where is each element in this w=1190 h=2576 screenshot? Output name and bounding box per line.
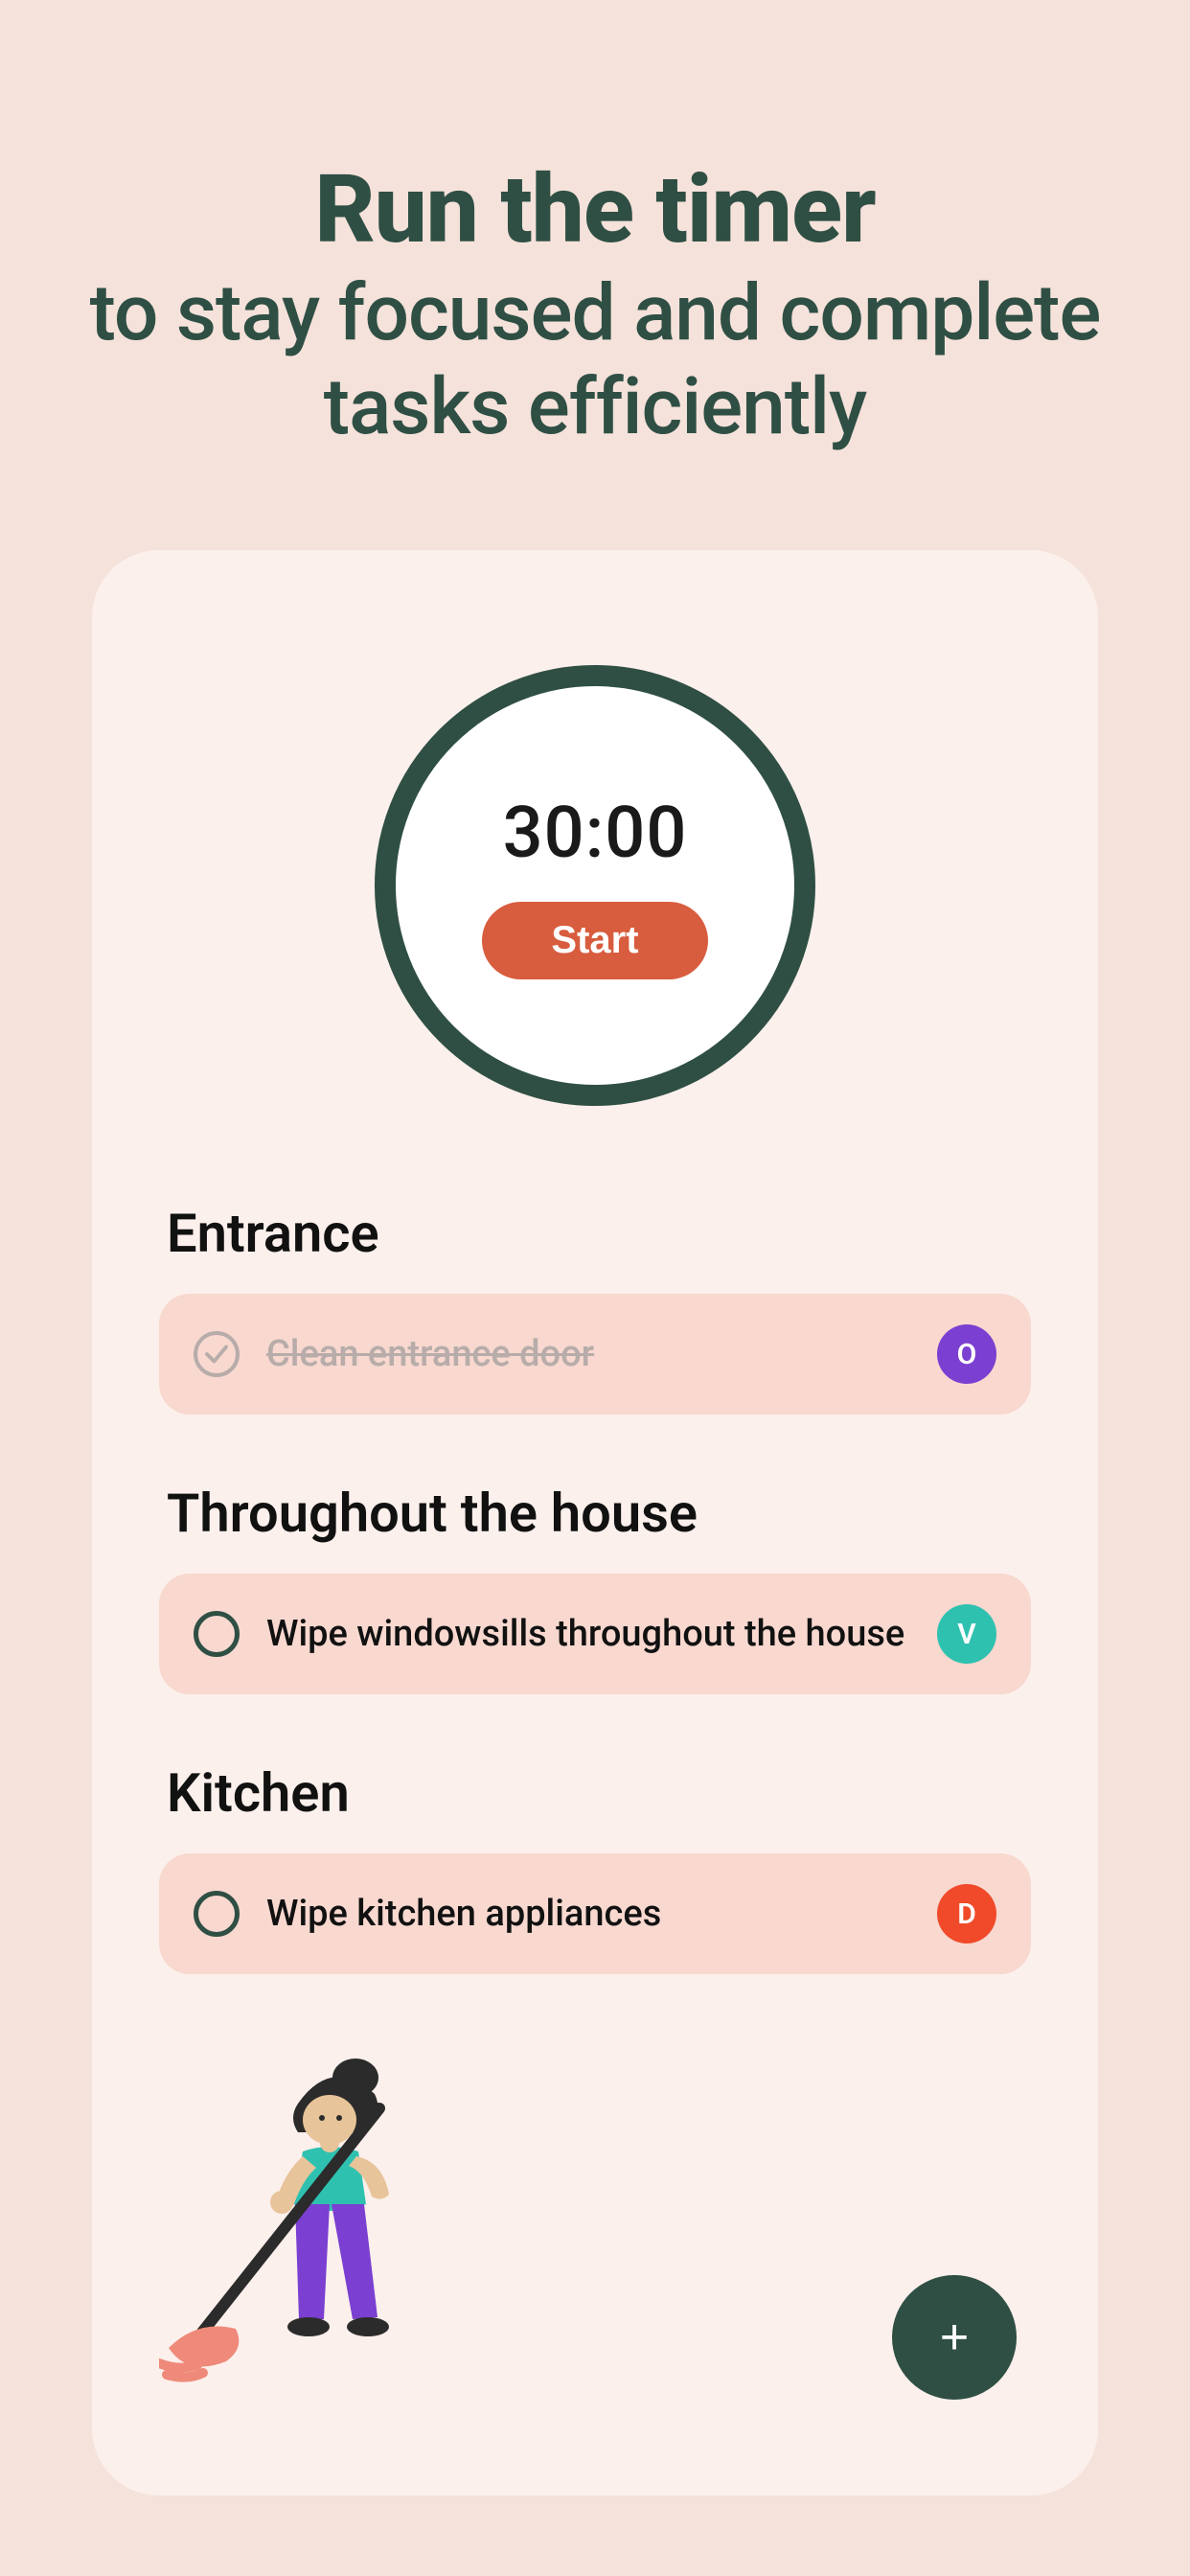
plus-icon: +: [940, 2309, 969, 2366]
timer-card: 30:00 Start Entrance Clean entrance door…: [92, 550, 1098, 2496]
section-kitchen: Kitchen Wipe kitchen appliances D: [159, 1761, 1031, 1974]
timer-circle[interactable]: 30:00 Start: [375, 665, 815, 1106]
avatar-initial: D: [957, 1898, 976, 1931]
mopping-person-illustration: [159, 2051, 466, 2396]
section-entrance: Entrance Clean entrance door O: [159, 1202, 1031, 1414]
avatar-initial: V: [957, 1618, 975, 1651]
checkbox-icon[interactable]: [194, 1611, 240, 1657]
add-button[interactable]: +: [892, 2275, 1017, 2400]
avatar[interactable]: O: [937, 1324, 996, 1384]
section-throughout: Throughout the house Wipe windowsills th…: [159, 1482, 1031, 1694]
task-row[interactable]: Clean entrance door O: [159, 1294, 1031, 1414]
checkbox-icon[interactable]: [194, 1891, 240, 1937]
task-label: Clean entrance door: [266, 1333, 910, 1375]
section-title: Throughout the house: [167, 1482, 1031, 1545]
avatar[interactable]: V: [937, 1604, 996, 1664]
task-label: Wipe kitchen appliances: [266, 1893, 910, 1935]
avatar[interactable]: D: [937, 1884, 996, 1944]
avatar-initial: O: [957, 1338, 977, 1371]
headline-rest: to stay focused and complete tasks effic…: [38, 266, 1152, 455]
task-row[interactable]: Wipe windowsills throughout the house V: [159, 1574, 1031, 1694]
section-title: Kitchen: [167, 1761, 1031, 1825]
headline: Run the timer to stay focused and comple…: [38, 153, 1152, 454]
start-button[interactable]: Start: [482, 902, 707, 979]
task-label: Wipe windowsills throughout the house: [266, 1613, 910, 1655]
section-title: Entrance: [167, 1202, 1031, 1265]
task-row[interactable]: Wipe kitchen appliances D: [159, 1853, 1031, 1974]
timer-area: 30:00 Start: [159, 665, 1031, 1106]
headline-bold: Run the timer: [38, 153, 1152, 266]
checkbox-done-icon[interactable]: [194, 1331, 240, 1377]
timer-time: 30:00: [503, 792, 688, 875]
